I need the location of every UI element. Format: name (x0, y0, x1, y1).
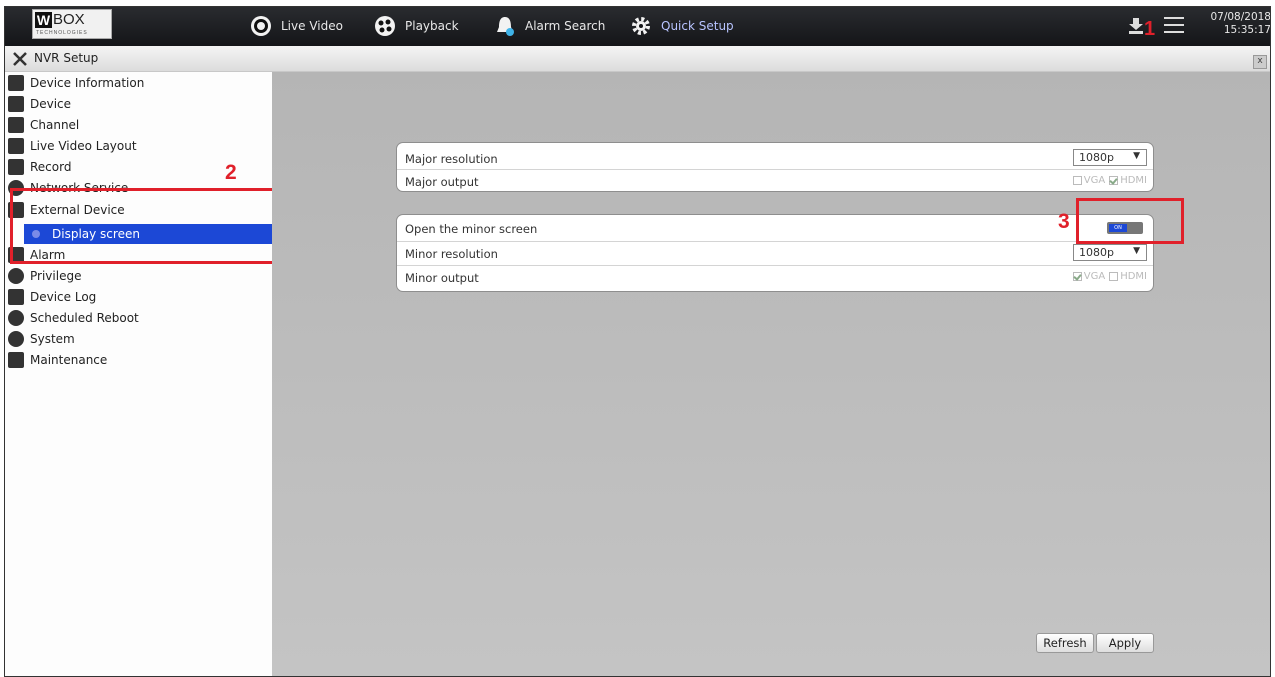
minor-output-options: VGA HDMI (1069, 271, 1147, 282)
time-text: 15:35:17 (1223, 24, 1271, 36)
sidebar-item-label: Live Video Layout (30, 138, 137, 153)
sidebar-item-label: Device Log (30, 289, 97, 304)
nav-quick-setup[interactable]: Quick Setup (630, 6, 734, 46)
minor-output-label: Minor output (405, 271, 479, 285)
major-resolution-row: Major resolution 1080p ▼ (397, 147, 1153, 169)
reboot-icon (8, 309, 24, 326)
major-settings-panel: Major resolution 1080p ▼ Major output VG… (396, 142, 1154, 192)
major-output-options: VGA HDMI (1069, 175, 1147, 186)
major-resolution-select[interactable]: 1080p ▼ (1073, 149, 1147, 166)
major-output-label: Major output (405, 175, 479, 189)
nav-alarm-search[interactable]: Alarm Search (494, 6, 605, 46)
sidebar-item-label: Record (30, 159, 72, 174)
sidebar-item-live-video-layout[interactable]: Live Video Layout (8, 135, 137, 156)
tools-icon (13, 52, 27, 66)
annotation-number-2: 2 (225, 161, 237, 184)
system-icon (8, 330, 24, 347)
sidebar-item-label: Device (30, 96, 72, 111)
sidebar-item-label: Device Information (30, 75, 145, 90)
major-resolution-value: 1080p (1079, 151, 1114, 164)
window-title: NVR Setup (34, 51, 99, 65)
window-title-bar: NVR Setup x (4, 46, 1271, 72)
playback-icon (375, 16, 395, 36)
quick-setup-icon (632, 17, 650, 35)
major-resolution-label: Major resolution (405, 152, 498, 166)
minor-resolution-select[interactable]: 1080p ▼ (1073, 244, 1147, 261)
sidebar-item-label: Privilege (30, 268, 82, 283)
sidebar-item-device[interactable]: Device (8, 93, 71, 114)
annotation-number-1: 1 (1144, 18, 1156, 40)
annotation-box-3 (1076, 198, 1184, 244)
chevron-down-icon: ▼ (1133, 246, 1140, 256)
wbox-logo: W BOX TECHNOLOGIES (32, 9, 112, 39)
maintenance-upload-icon (8, 351, 24, 368)
record-camera-icon (8, 158, 24, 175)
minor-resolution-label: Minor resolution (405, 247, 498, 261)
minor-vga-checkbox[interactable] (1072, 272, 1082, 281)
alarm-search-icon (497, 17, 514, 36)
annotation-number-3: 3 (1058, 210, 1070, 233)
logo-sub: TECHNOLOGIES (36, 30, 88, 36)
nav-alarm-search-label: Alarm Search (525, 19, 606, 33)
minor-vga-label: VGA (1083, 271, 1106, 282)
minor-output-row: Minor output VGA HDMI (397, 265, 1153, 287)
major-vga-label: VGA (1083, 175, 1106, 186)
log-icon (8, 288, 24, 305)
sidebar-item-label: Scheduled Reboot (30, 310, 139, 325)
chevron-down-icon: ▼ (1133, 151, 1140, 161)
major-output-row: Major output VGA HDMI (397, 169, 1153, 191)
minor-hdmi-label: HDMI (1120, 271, 1147, 282)
logo-w: W (35, 12, 52, 28)
nav-playback-label: Playback (405, 19, 459, 33)
minor-settings-panel: Open the minor screen ON Minor resolutio… (396, 214, 1154, 292)
nvr-app: W BOX TECHNOLOGIES Live Video Playback A… (0, 0, 1275, 677)
sidebar-item-channel[interactable]: Channel (8, 114, 79, 135)
minor-resolution-value: 1080p (1079, 246, 1114, 259)
channel-icon (8, 116, 24, 133)
datetime: 07/08/2018 15:35:17 (1191, 11, 1271, 37)
device-icon (8, 95, 24, 112)
layout-grid-icon (8, 137, 24, 154)
sidebar-item-device-log[interactable]: Device Log (8, 286, 96, 307)
major-hdmi-label: HDMI (1120, 175, 1147, 186)
live-video-icon (251, 16, 271, 36)
sidebar-item-device-information[interactable]: Device Information (8, 72, 144, 93)
nav-live-video[interactable]: Live Video (250, 6, 343, 46)
date-text: 07/08/2018 (1210, 11, 1271, 23)
sidebar-item-system[interactable]: System (8, 328, 75, 349)
annotation-box-2 (10, 188, 284, 264)
sidebar-item-maintenance[interactable]: Maintenance (8, 349, 107, 370)
nav-playback[interactable]: Playback (374, 6, 459, 46)
sidebar-item-label: Channel (30, 117, 80, 132)
refresh-button[interactable]: Refresh (1036, 633, 1094, 653)
nav-live-video-label: Live Video (281, 19, 343, 33)
minor-open-label: Open the minor screen (405, 222, 538, 236)
menu-icon[interactable] (1164, 17, 1184, 33)
apply-button[interactable]: Apply (1096, 633, 1154, 653)
minor-open-row: Open the minor screen ON (397, 217, 1153, 239)
sidebar-item-label: System (30, 331, 75, 346)
close-icon[interactable]: x (1253, 55, 1267, 69)
logo-main: BOX (53, 11, 85, 28)
minor-resolution-row: Minor resolution 1080p ▼ (397, 241, 1153, 263)
major-vga-checkbox[interactable] (1072, 176, 1082, 185)
sidebar-item-scheduled-reboot[interactable]: Scheduled Reboot (8, 307, 139, 328)
nav-quick-setup-label: Quick Setup (661, 19, 734, 33)
sidebar-item-label: Maintenance (30, 352, 108, 367)
main-content: Major resolution 1080p ▼ Major output VG… (272, 72, 1271, 677)
user-icon (8, 267, 24, 284)
minor-hdmi-checkbox[interactable] (1109, 272, 1119, 281)
top-bar: W BOX TECHNOLOGIES Live Video Playback A… (4, 6, 1271, 46)
download-icon[interactable] (1129, 18, 1143, 34)
device-information-icon (8, 74, 24, 91)
sidebar-item-privilege[interactable]: Privilege (8, 265, 81, 286)
major-hdmi-checkbox[interactable] (1109, 176, 1119, 185)
sidebar-item-record[interactable]: Record (8, 156, 71, 177)
